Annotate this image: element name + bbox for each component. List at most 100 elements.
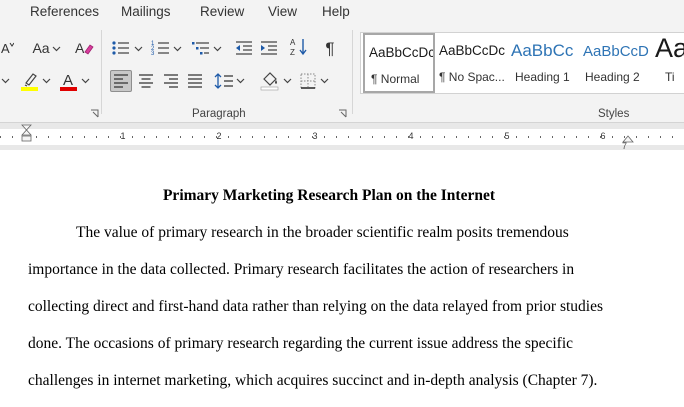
ruler-dot	[432, 136, 433, 138]
change-case-icon: Aa	[32, 40, 50, 56]
ruler-dot	[648, 136, 649, 138]
line-spacing-chevron-down-icon[interactable]	[236, 77, 245, 87]
ruler-bar: 123456 7	[0, 122, 684, 151]
ruler-dot	[240, 136, 241, 138]
sort-icon: AZ	[290, 38, 307, 57]
style-preview: AaBbCcDc	[369, 45, 435, 60]
ruler-dot	[132, 136, 133, 138]
ruler-dot	[420, 136, 421, 138]
ruler-number: 1	[120, 131, 126, 141]
ruler-dot	[348, 136, 349, 138]
menu-view[interactable]: View	[268, 4, 297, 19]
ruler-dot	[588, 136, 589, 138]
svg-text:Z: Z	[290, 48, 295, 57]
ruler-dot	[456, 136, 457, 138]
change-case-chevron-down-icon[interactable]	[52, 45, 61, 55]
ruler-dot	[144, 136, 145, 138]
paragraph-line: importance in the data collected. Primar…	[28, 261, 575, 278]
bullets-icon	[112, 41, 129, 55]
ruler-dot	[516, 136, 517, 138]
font-color-chevron-down-icon[interactable]	[81, 77, 90, 87]
multilevel-list-button[interactable]	[190, 37, 212, 59]
ruler-dot	[324, 136, 325, 138]
multilevel-list-icon	[192, 42, 209, 55]
style-no-spacing[interactable]: AaBbCcDc ¶ No Spac...	[435, 33, 507, 93]
ruler-number: 6	[600, 131, 606, 141]
multilevel-chevron-down-icon[interactable]	[213, 45, 222, 55]
bullets-chevron-down-icon[interactable]	[134, 45, 143, 55]
ruler-number: 2	[216, 131, 222, 141]
align-left-button[interactable]	[110, 70, 132, 92]
shading-chevron-down-icon[interactable]	[283, 77, 292, 87]
menu-mailings[interactable]: Mailings	[121, 4, 171, 19]
font-color-icon: A	[60, 72, 77, 91]
ruler-dot	[180, 136, 181, 138]
styles-group-label: Styles	[598, 108, 630, 120]
shading-button[interactable]	[259, 69, 281, 91]
font-color-button[interactable]: A	[58, 70, 80, 92]
style-name: ¶ No Spac...	[439, 70, 505, 84]
line-spacing-button[interactable]	[213, 70, 235, 92]
borders-button[interactable]	[297, 70, 319, 92]
svg-text:3: 3	[151, 51, 155, 57]
paragraph-group-label: Paragraph	[192, 108, 246, 120]
bullets-button[interactable]	[110, 37, 132, 59]
sort-button[interactable]: AZ	[288, 36, 310, 58]
highlight-chevron-down-icon[interactable]	[42, 77, 51, 87]
horizontal-ruler[interactable]: 1 2 3 4 5 6	[0, 129, 684, 145]
ruler-dot	[552, 136, 553, 138]
svg-text:A: A	[290, 38, 296, 47]
text-highlight-button[interactable]	[19, 70, 41, 92]
ruler-dot	[36, 136, 37, 138]
ruler-dot	[396, 136, 397, 138]
shrink-font-icon: A	[1, 41, 14, 56]
paragraph-dialog-launcher-icon[interactable]	[338, 109, 348, 119]
ruler-dot	[228, 136, 229, 138]
style-normal[interactable]: AaBbCcDc ¶ Normal	[363, 33, 435, 93]
paragraph-line: challenges in internet marketing, which …	[28, 372, 598, 389]
borders-icon	[300, 73, 316, 89]
ruler-dot	[264, 136, 265, 138]
style-title[interactable]: Aa Ti	[651, 33, 684, 93]
ruler-dot	[168, 136, 169, 138]
ruler-dot	[372, 136, 373, 138]
ruler-dot	[660, 136, 661, 138]
align-center-button[interactable]	[135, 70, 157, 92]
increase-indent-button[interactable]	[258, 37, 280, 59]
numbering-button[interactable]: 123	[150, 37, 172, 59]
increase-indent-icon	[261, 41, 277, 55]
document-page[interactable]: Primary Marketing Research Plan on the I…	[0, 150, 684, 407]
ruler-dot	[84, 136, 85, 138]
shrink-font-button[interactable]: A	[0, 37, 14, 59]
ruler-dot	[156, 136, 157, 138]
numbering-chevron-down-icon[interactable]	[173, 45, 182, 55]
clear-formatting-button[interactable]: A	[73, 37, 95, 59]
style-heading-2[interactable]: AaBbCcD Heading 2	[579, 33, 651, 93]
ruler-dot	[336, 136, 337, 138]
align-left-icon	[114, 74, 128, 88]
style-heading-1[interactable]: AaBbCc Heading 1	[507, 33, 579, 93]
menu-review[interactable]: Review	[200, 4, 244, 19]
document-title: Primary Marketing Research Plan on the I…	[162, 187, 496, 204]
align-right-button[interactable]	[160, 70, 182, 92]
change-case-button[interactable]: Aa	[29, 37, 53, 59]
highlighter-icon	[21, 73, 38, 91]
decrease-indent-button[interactable]	[233, 37, 255, 59]
ruler-number: 5	[504, 131, 510, 141]
font-dialog-launcher-icon[interactable]	[90, 109, 100, 119]
ruler-dot	[564, 136, 565, 138]
menu-references[interactable]: References	[30, 4, 99, 19]
ruler-dot	[360, 136, 361, 138]
ruler-dot	[480, 136, 481, 138]
font-row-chevron-down-icon[interactable]	[1, 77, 10, 87]
indent-markers-icon[interactable]	[21, 124, 33, 150]
ruler-dot	[312, 136, 313, 138]
justify-button[interactable]	[184, 70, 206, 92]
clear-formatting-icon: A	[75, 40, 94, 56]
menu-help[interactable]: Help	[322, 4, 350, 19]
ruler-dot	[492, 136, 493, 138]
borders-chevron-down-icon[interactable]	[320, 77, 329, 87]
ruler-dot	[540, 136, 541, 138]
shading-bucket-icon	[260, 72, 279, 91]
show-formatting-marks-button[interactable]: ¶	[319, 37, 341, 59]
